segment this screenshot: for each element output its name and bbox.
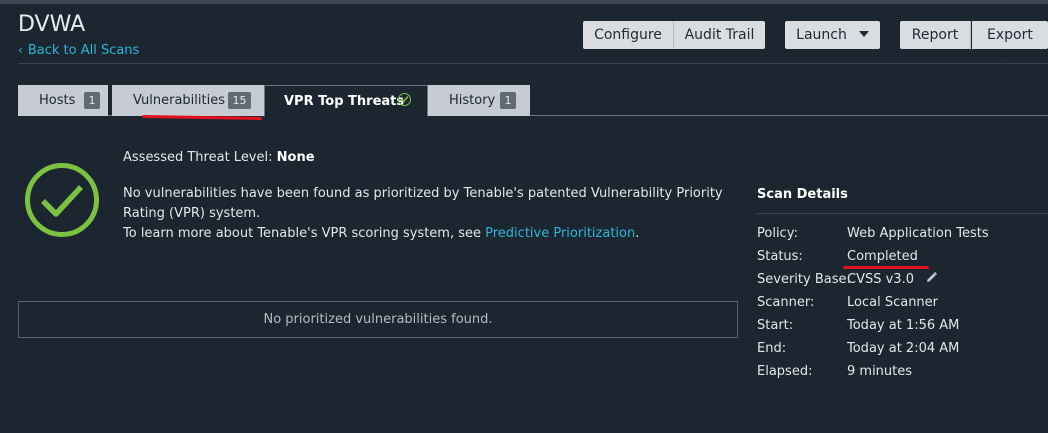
learn-more-end: . (635, 226, 640, 241)
detail-value: Local Scanner (847, 295, 939, 310)
detail-key: Policy: (757, 226, 798, 241)
detail-key: Start: (757, 318, 794, 333)
empty-state-box: No prioritized vulnerabilities found. (18, 301, 738, 338)
tab-hosts[interactable]: Hosts 1 (18, 85, 108, 116)
learn-more-text: To learn more about Tenable's VPR scorin… (123, 226, 639, 241)
back-link-label: Back to All Scans (27, 43, 140, 58)
hosts-count-badge: 1 (84, 92, 100, 109)
threat-level-value: None (276, 150, 315, 165)
vulnerabilities-count-badge: 15 (228, 92, 251, 109)
detail-key: Status: (757, 249, 803, 264)
caret-down-icon (858, 31, 869, 37)
detail-value: Web Application Tests (847, 226, 989, 241)
scan-details-title: Scan Details (757, 187, 848, 202)
audit-trail-button[interactable]: Audit Trail (674, 21, 765, 49)
history-count-badge: 1 (500, 92, 516, 109)
page-title: DVWA (18, 12, 86, 37)
tab-vpr-top-threats[interactable]: VPR Top Threats (264, 85, 428, 117)
detail-value: Today at 1:56 AM (847, 318, 960, 333)
threat-message-line1: No vulnerabilities have been found as pr… (123, 186, 723, 201)
tab-history-label: History (449, 93, 496, 108)
tab-vulnerabilities-label: Vulnerabilities (133, 93, 225, 108)
check-circle-icon (24, 162, 100, 242)
tab-hosts-label: Hosts (39, 93, 76, 108)
configure-button[interactable]: Configure (583, 21, 674, 49)
caret-down-icon (999, 59, 1009, 65)
threat-message-line2: Rating (VPR) system. (123, 206, 261, 221)
detail-key: Severity Base: (757, 272, 851, 287)
pencil-icon[interactable] (925, 271, 938, 288)
export-label: Export (987, 27, 1033, 43)
tab-vpr-label: VPR Top Threats (284, 94, 405, 109)
top-strip (0, 0, 1048, 4)
report-button[interactable]: Report (900, 21, 971, 49)
launch-button[interactable]: Launch (785, 21, 880, 49)
detail-value: Today at 2:04 AM (847, 341, 960, 356)
back-to-scans-link[interactable]: ‹ Back to All Scans (18, 43, 139, 58)
detail-key: Scanner: (757, 295, 815, 310)
detail-value: CVSS v3.0 (847, 272, 914, 287)
report-label: Report (911, 27, 959, 43)
annotation-underline (843, 266, 929, 269)
configure-label: Configure (594, 27, 662, 43)
header-divider (18, 63, 1048, 64)
detail-key: End: (757, 341, 787, 356)
detail-value: Completed (847, 249, 918, 264)
predictive-prioritization-link[interactable]: Predictive Prioritization (485, 226, 635, 241)
export-button[interactable]: Export (972, 21, 1048, 65)
detail-value: 9 minutes (847, 364, 913, 379)
tab-history[interactable]: History 1 (428, 85, 530, 116)
threat-level: Assessed Threat Level: None (123, 150, 315, 165)
chevron-left-icon: ‹ (18, 43, 23, 57)
learn-more-label: To learn more about Tenable's VPR scorin… (123, 226, 481, 241)
tab-vulnerabilities[interactable]: Vulnerabilities 15 (112, 85, 264, 116)
audit-trail-label: Audit Trail (684, 27, 755, 43)
scan-details-divider (757, 213, 1048, 214)
check-circle-icon (398, 93, 411, 106)
threat-level-label: Assessed Threat Level: (123, 150, 273, 165)
detail-key: Elapsed: (757, 364, 813, 379)
launch-label: Launch (796, 27, 847, 43)
